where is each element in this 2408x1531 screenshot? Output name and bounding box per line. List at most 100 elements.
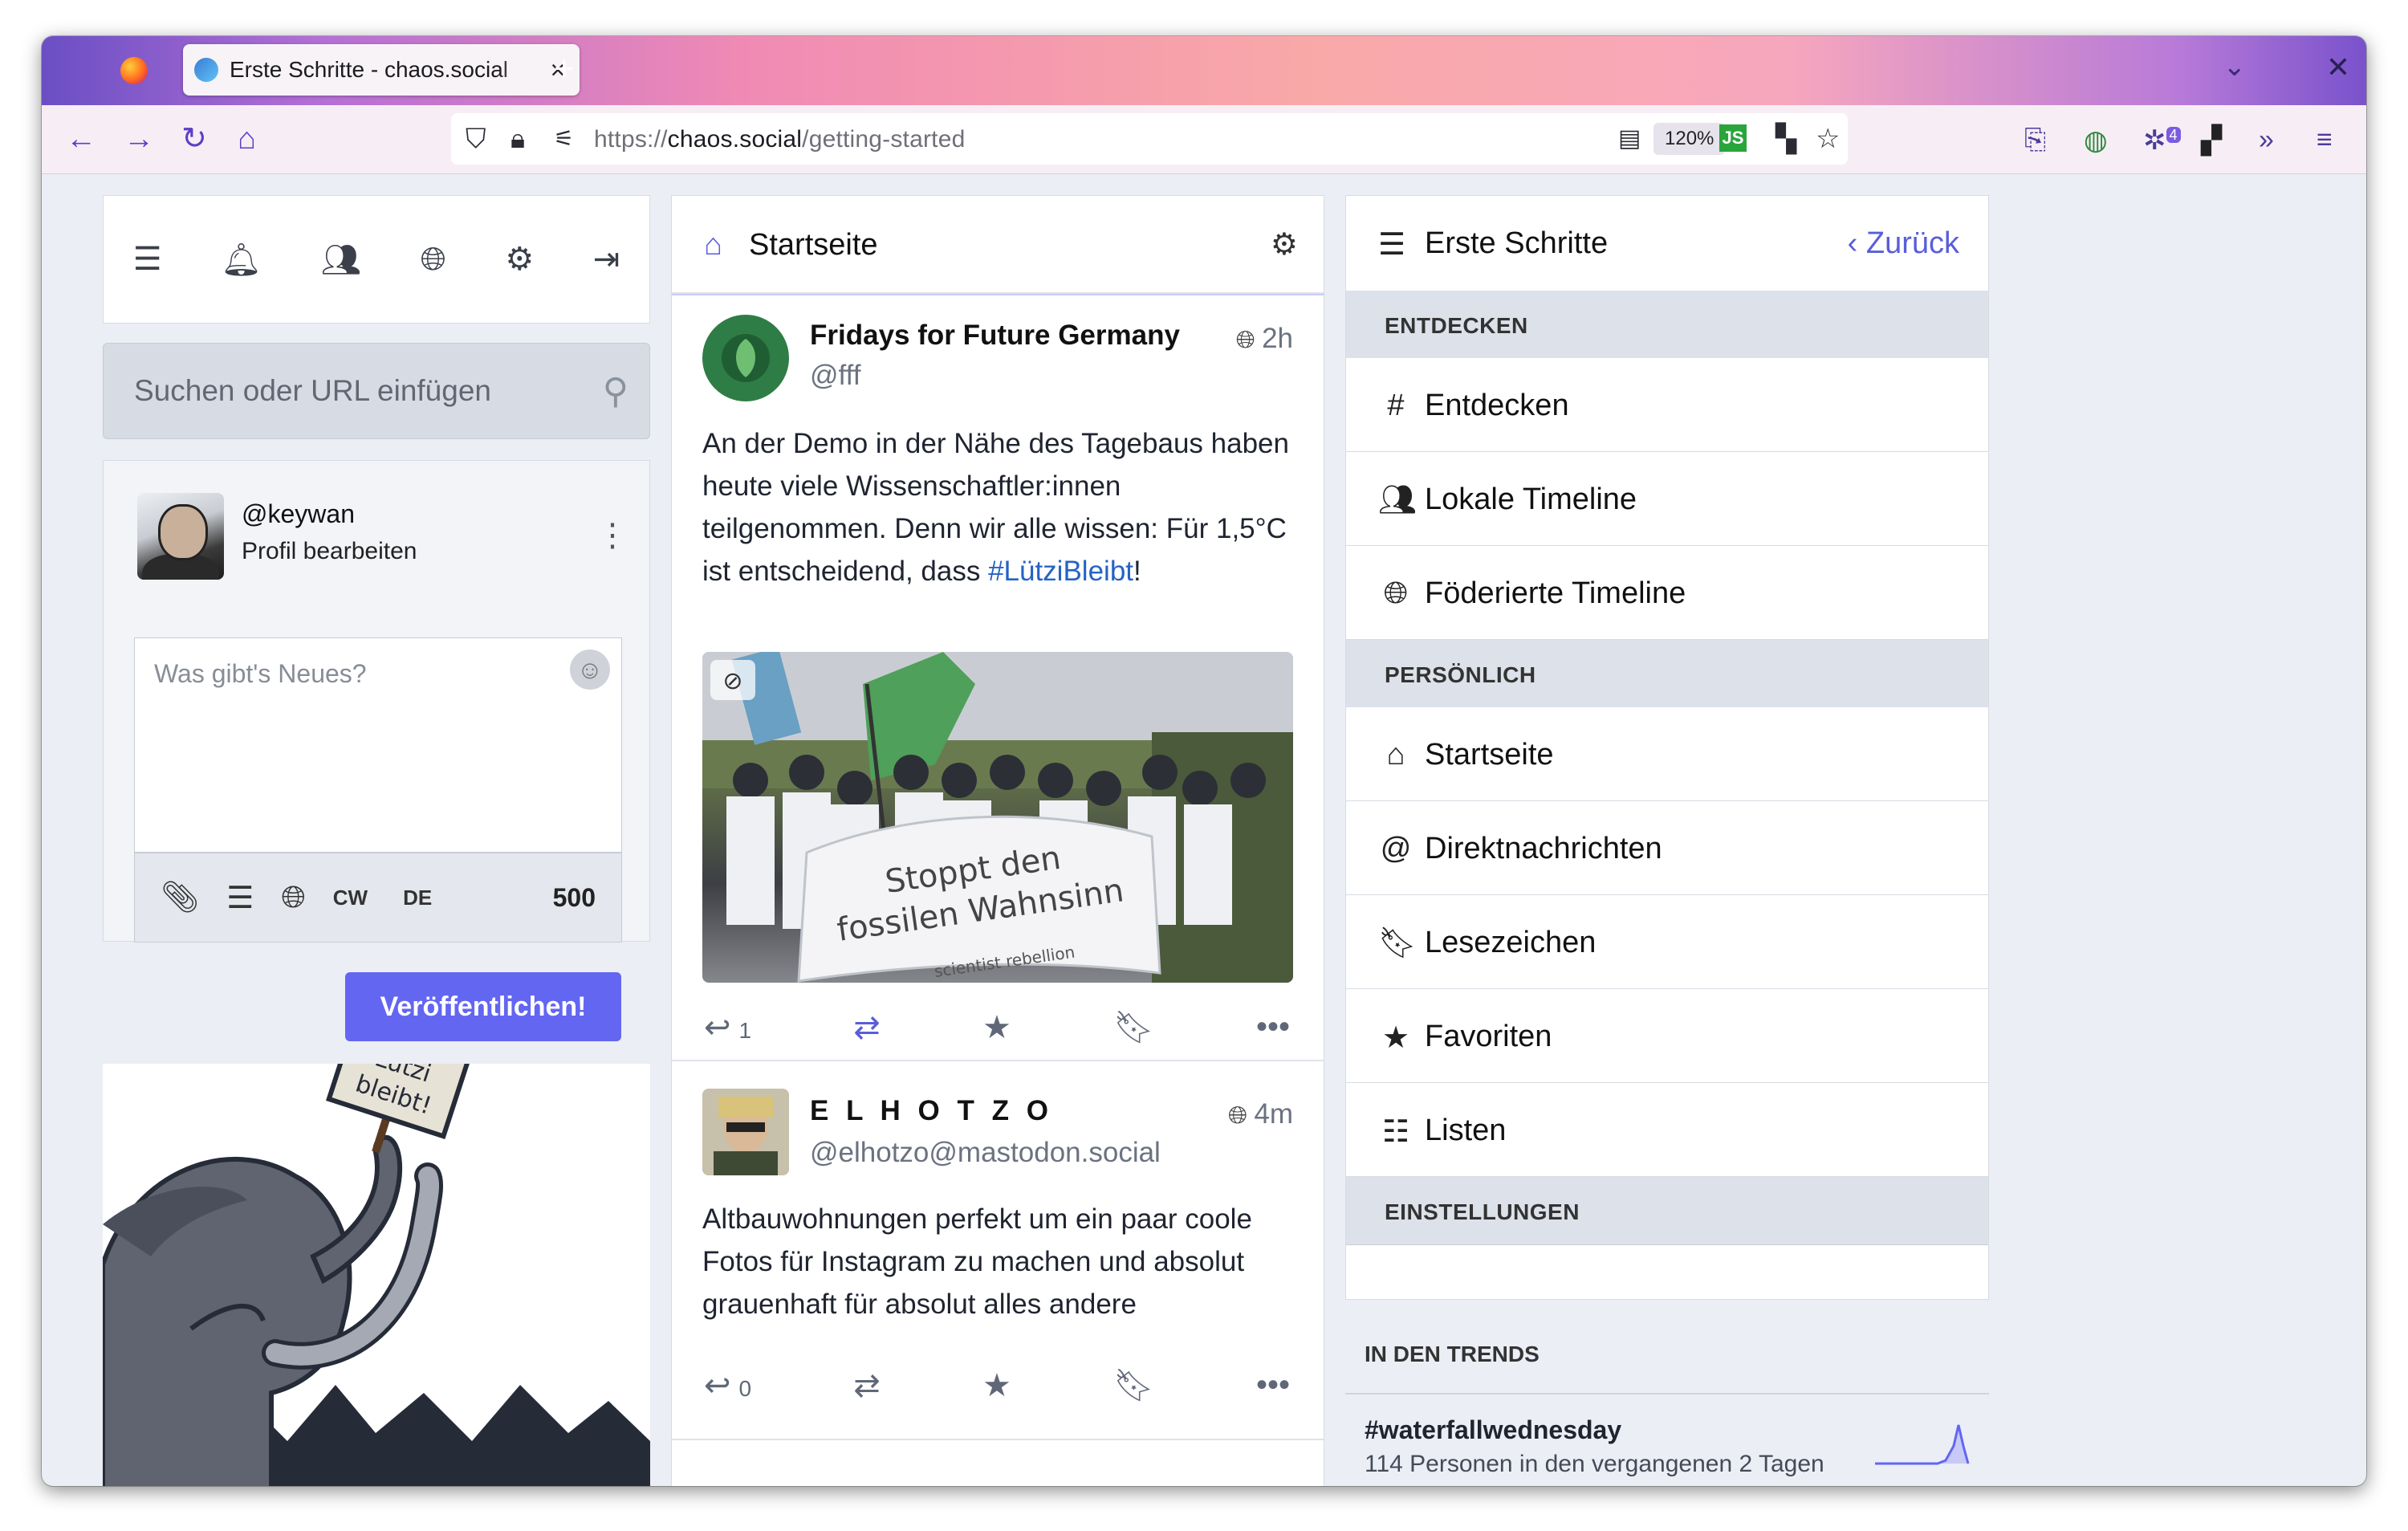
nav-item-federated-timeline[interactable]: 🌐︎ Föderierte Timeline bbox=[1346, 546, 1988, 640]
back-icon[interactable]: ← bbox=[66, 121, 96, 157]
hamburger-menu-icon[interactable]: ≡ bbox=[2316, 124, 2333, 156]
status-post: Fridays for Future Germany @fff 🌐︎ 2h An… bbox=[672, 294, 1324, 1061]
hashtag-icon: # bbox=[1387, 389, 1405, 422]
fff-avatar[interactable] bbox=[702, 315, 789, 401]
at-icon: @ bbox=[1380, 832, 1412, 865]
home-icon: ⌂ bbox=[704, 228, 722, 262]
bookmark-button[interactable]: 🔖︎ bbox=[1113, 1008, 1154, 1046]
boost-button[interactable]: ⇄ bbox=[853, 1009, 881, 1046]
shield-icon[interactable]: ⛉ bbox=[466, 124, 486, 153]
left-top-nav: ☰ 🔔︎ 👥︎ 🌐︎ ⚙ ⇥ bbox=[103, 195, 650, 324]
content-warning-button[interactable]: CW bbox=[333, 886, 368, 910]
search-icon[interactable]: ⚲ bbox=[603, 371, 628, 412]
active-tab[interactable]: Erste Schritte - chaos.social × bbox=[183, 44, 580, 96]
more-button[interactable]: ••• bbox=[1256, 1009, 1290, 1045]
back-button[interactable]: ‹ Zurück bbox=[1848, 226, 1959, 261]
url-text[interactable]: https://chaos.social/getting-started bbox=[594, 126, 965, 153]
search-field[interactable]: Suchen oder URL einfügen ⚲ bbox=[103, 343, 650, 439]
lock-icon[interactable]: 🔒︎ bbox=[510, 124, 525, 153]
poll-icon[interactable]: ☰ bbox=[226, 880, 254, 916]
js-extension-icon[interactable]: JS bbox=[1719, 124, 1747, 152]
more-button[interactable]: ••• bbox=[1256, 1367, 1290, 1403]
forward-icon[interactable]: → bbox=[124, 121, 154, 157]
search-input[interactable]: Suchen oder URL einfügen bbox=[134, 374, 491, 408]
post-author-handle[interactable]: @fff bbox=[810, 360, 860, 392]
trend-hashtag-link[interactable]: #waterfallwednesday bbox=[1365, 1415, 1621, 1445]
firefox-icon[interactable] bbox=[120, 57, 148, 84]
post-timestamp[interactable]: 🌐︎ 4m bbox=[1228, 1098, 1293, 1130]
reader-view-icon[interactable]: ▤ bbox=[1618, 124, 1641, 153]
settings-gear-icon[interactable]: ⚙ bbox=[505, 241, 534, 278]
getting-started-column: ☰ Erste Schritte ‹ Zurück ENTDECKEN # Ent… bbox=[1345, 195, 1989, 1300]
reload-icon[interactable]: ↻ bbox=[181, 121, 207, 157]
post-author-name[interactable]: E L H O T Z O bbox=[810, 1095, 1053, 1127]
extensions-icon[interactable]: ▞ bbox=[2201, 124, 2222, 157]
local-users-icon[interactable]: 👥︎ bbox=[320, 241, 361, 279]
favourite-button[interactable]: ★ bbox=[982, 1009, 1011, 1046]
container-extension-icon[interactable]: ⎘ bbox=[2024, 124, 2046, 156]
new-tab-button[interactable]: + bbox=[554, 49, 575, 89]
favourite-button[interactable]: ★ bbox=[982, 1367, 1011, 1404]
nav-item-explore[interactable]: # Entdecken bbox=[1346, 358, 1988, 452]
elhotzo-avatar[interactable] bbox=[702, 1089, 789, 1175]
nav-item-home[interactable]: ⌂ Startseite bbox=[1346, 707, 1988, 801]
post-actions: ↩ 0 ⇄ ★ 🔖︎ ••• bbox=[704, 1366, 1290, 1404]
nav-item-favourites[interactable]: ★ Favoriten bbox=[1346, 989, 1988, 1083]
tab-favicon-icon bbox=[194, 58, 218, 82]
qr-code-icon[interactable]: ▚ bbox=[1775, 124, 1796, 153]
nav-item-lists[interactable]: ☷ Listen bbox=[1346, 1083, 1988, 1177]
edit-profile-link[interactable]: Profil bearbeiten bbox=[242, 538, 417, 565]
post-author-name[interactable]: Fridays for Future Germany bbox=[810, 320, 1180, 352]
column-settings-icon[interactable]: ⚙ bbox=[1271, 226, 1298, 263]
menu-icon: ☰ bbox=[1378, 228, 1406, 262]
bookmark-button[interactable]: 🔖︎ bbox=[1113, 1366, 1154, 1404]
section-header-settings: EINSTELLUNGEN bbox=[1346, 1177, 1988, 1245]
more-options-icon[interactable]: ⋮ bbox=[596, 517, 628, 554]
post-timestamp[interactable]: 🌐︎ 2h bbox=[1236, 323, 1293, 355]
notifications-bell-icon[interactable]: 🔔︎ bbox=[221, 241, 262, 279]
character-counter: 500 bbox=[552, 882, 596, 912]
list-icon: ☷ bbox=[1381, 1115, 1410, 1149]
avatar[interactable] bbox=[137, 493, 224, 580]
globe-icon: 🌐︎ bbox=[1383, 576, 1409, 610]
privacy-extension-icon[interactable]: ◍ bbox=[2084, 124, 2108, 157]
overflow-menu-icon[interactable]: » bbox=[2259, 124, 2274, 156]
logout-icon[interactable]: ⇥ bbox=[593, 241, 620, 278]
profile-handle[interactable]: @keywan bbox=[242, 499, 355, 529]
trends-heading: IN DEN TRENDS bbox=[1365, 1342, 1540, 1366]
window-close-icon[interactable]: ✕ bbox=[2326, 51, 2350, 84]
compose-toolbar: 📎︎ ☰ 🌐︎ CW DE 500 bbox=[134, 853, 622, 943]
url-bar[interactable]: ⛉ 🔒︎ ⚟ https://chaos.social/getting-star… bbox=[451, 113, 1848, 165]
zoom-level[interactable]: 120% bbox=[1653, 123, 1726, 155]
post-author-handle[interactable]: @elhotzo@mastodon.social bbox=[810, 1137, 1161, 1169]
visibility-globe-icon[interactable]: 🌐︎ bbox=[281, 881, 305, 915]
hashtag-link[interactable]: #LütziBleibt bbox=[988, 556, 1133, 587]
bookmark-star-icon[interactable]: ☆ bbox=[1816, 124, 1840, 153]
navigation-toolbar: ← → ↻ ⌂ ⛉ 🔒︎ ⚟ https://chaos.social/gett… bbox=[42, 105, 2366, 174]
home-icon[interactable]: ⌂ bbox=[238, 121, 256, 157]
nav-item-direct-messages[interactable]: @ Direktnachrichten bbox=[1346, 801, 1988, 895]
compose-textarea[interactable]: Was gibt's Neues? ☺ bbox=[134, 637, 622, 853]
globe-icon[interactable]: 🌐︎ bbox=[421, 242, 446, 278]
emoji-picker-icon[interactable]: ☺ bbox=[570, 649, 610, 690]
column-title: Erste Schritte bbox=[1425, 226, 1609, 260]
boost-button[interactable]: ⇄ bbox=[853, 1367, 881, 1404]
attach-media-icon[interactable]: 📎︎ bbox=[161, 880, 199, 915]
column-header: ⌂ Startseite ⚙ bbox=[672, 196, 1324, 294]
compose-panel: @keywan Profil bearbeiten ⋮ Was gibt's N… bbox=[103, 460, 650, 943]
post-media-image[interactable]: Stoppt den fossilen Wahnsinn scientist r… bbox=[702, 652, 1293, 983]
reply-button[interactable]: ↩ 0 bbox=[704, 1367, 751, 1404]
nav-item-bookmarks[interactable]: 🔖︎ Lesezeichen bbox=[1346, 895, 1988, 989]
permissions-icon[interactable]: ⚟ bbox=[554, 124, 574, 153]
list-all-tabs-icon[interactable]: ⌄ bbox=[2223, 51, 2247, 83]
svg-text:⊘: ⊘ bbox=[722, 667, 742, 695]
multi-account-extension-icon[interactable]: ✲ 4 bbox=[2143, 124, 2181, 157]
publish-button[interactable]: Veröffentlichen! bbox=[345, 972, 621, 1041]
menu-icon[interactable]: ☰ bbox=[133, 241, 162, 278]
nav-item-local-timeline[interactable]: 👥︎ Lokale Timeline bbox=[1346, 452, 1988, 546]
reply-button[interactable]: ↩ 1 bbox=[704, 1009, 751, 1046]
column-title[interactable]: Startseite bbox=[749, 228, 878, 263]
section-header-discover: ENTDECKEN bbox=[1346, 291, 1988, 359]
post-content: Altbauwohnungen perfekt um ein paar cool… bbox=[702, 1203, 1252, 1320]
language-button[interactable]: DE bbox=[403, 886, 432, 910]
